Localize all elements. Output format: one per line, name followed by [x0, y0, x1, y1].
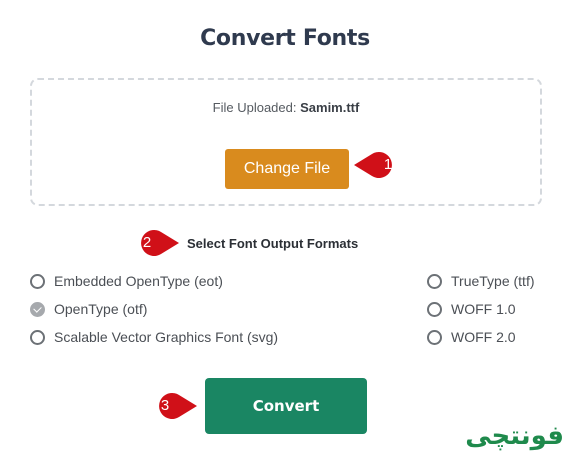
format-option-eot[interactable]: Embedded OpenType (eot)	[30, 272, 223, 290]
upload-status: File Uploaded: Samim.ttf	[32, 100, 540, 115]
format-option-woff2[interactable]: WOFF 2.0	[427, 328, 516, 346]
format-option-svg[interactable]: Scalable Vector Graphics Font (svg)	[30, 328, 278, 346]
marker-2-label: 2	[142, 234, 152, 251]
format-label-woff1: WOFF 1.0	[451, 301, 516, 317]
annotation-marker-1: 1	[352, 150, 402, 180]
radio-eot[interactable]	[30, 273, 45, 289]
format-label-eot: Embedded OpenType (eot)	[54, 273, 223, 289]
format-label-ttf: TrueType (ttf)	[451, 273, 535, 289]
upload-dropzone[interactable]: File Uploaded: Samim.ttf Change File	[30, 78, 542, 206]
radio-svg[interactable]	[30, 329, 45, 345]
uploaded-file-name: Samim.ttf	[300, 100, 360, 115]
radio-ttf[interactable]	[427, 273, 442, 289]
radio-woff1[interactable]	[427, 301, 442, 317]
change-file-button[interactable]: Change File	[225, 149, 349, 189]
format-label-woff2: WOFF 2.0	[451, 329, 516, 345]
brand-logo: فونتچی	[465, 421, 564, 451]
annotation-marker-2: 2	[133, 228, 181, 258]
marker-3-label: 3	[160, 397, 170, 414]
annotation-marker-3: 3	[151, 391, 199, 421]
radio-otf[interactable]	[30, 301, 45, 317]
format-label-otf: OpenType (otf)	[54, 301, 148, 317]
radio-woff2[interactable]	[427, 329, 442, 345]
marker-1-label: 1	[383, 156, 393, 173]
convert-button[interactable]: Convert	[205, 378, 367, 434]
format-option-ttf[interactable]: TrueType (ttf)	[427, 272, 535, 290]
formats-heading: Select Font Output Formats	[187, 236, 359, 251]
format-option-woff1[interactable]: WOFF 1.0	[427, 300, 516, 318]
upload-status-prefix: File Uploaded:	[212, 100, 301, 115]
format-label-svg: Scalable Vector Graphics Font (svg)	[54, 329, 279, 345]
page-title: Convert Fonts	[200, 26, 370, 51]
format-option-otf[interactable]: OpenType (otf)	[30, 300, 147, 318]
